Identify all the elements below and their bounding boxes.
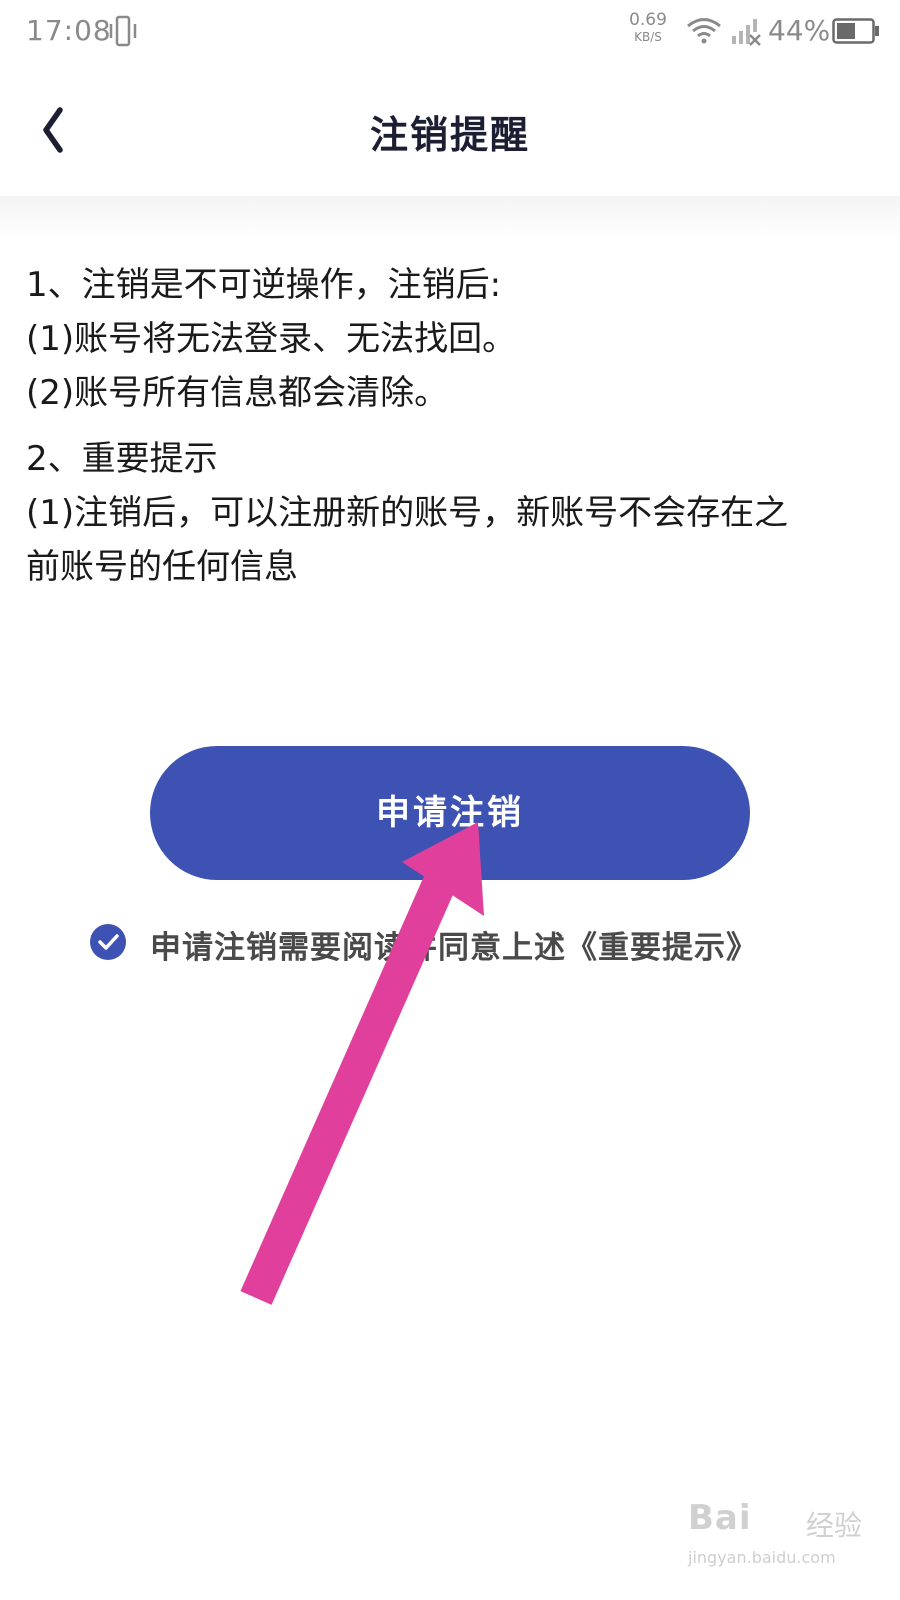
apply-cancellation-button[interactable]: 申请注销	[150, 746, 750, 880]
watermark-url: jingyan.baidu.com	[688, 1548, 836, 1567]
battery-icon	[832, 18, 879, 44]
signal-icon	[732, 19, 761, 46]
notice-line: (1)注销后，可以注册新的账号，新账号不会存在之	[26, 493, 789, 533]
baidu-jingyan-watermark: Bai 经验 jingyan.baidu.com	[688, 1498, 888, 1590]
network-speed-value: 0.69	[629, 10, 667, 30]
battery-percent: 44%	[768, 14, 831, 47]
app-header: 注销提醒	[0, 64, 900, 198]
notice-line: (2)账号所有信息都会清除。	[26, 373, 449, 413]
notice-content: 1、注销是不可逆操作，注销后: (1)账号将无法登录、无法找回。 (2)账号所有…	[26, 258, 876, 594]
watermark-brand: Bai	[688, 1498, 752, 1538]
agreement-text: 申请注销需要阅读并同意上述《重要提示》	[150, 930, 758, 966]
watermark-brand-cn: 经验	[806, 1509, 863, 1542]
page-title: 注销提醒	[369, 112, 530, 157]
header-divider	[0, 196, 900, 240]
vibrate-icon	[109, 15, 137, 47]
notice-line: 前账号的任何信息	[26, 547, 298, 587]
network-speed-unit: KB/S	[634, 30, 662, 44]
notice-line: 2、重要提示	[26, 439, 218, 479]
status-time: 17:08	[26, 14, 112, 47]
status-bar: 17:08 0.69 KB/S 44%	[0, 0, 900, 64]
agreement-checkbox[interactable]	[90, 924, 126, 960]
notice-line: (1)账号将无法登录、无法找回。	[26, 319, 517, 359]
notice-line: 1、注销是不可逆操作，注销后:	[26, 265, 502, 305]
wifi-icon	[687, 18, 721, 44]
checkmark-icon	[98, 934, 119, 950]
network-speed: 0.69 KB/S	[626, 10, 670, 44]
